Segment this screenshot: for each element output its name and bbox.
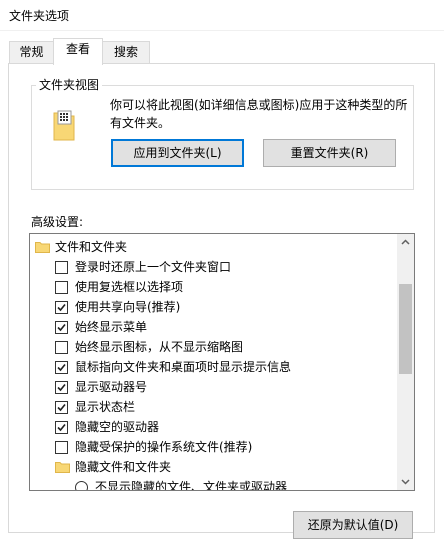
restore-defaults-button[interactable]: 还原为默认值(D) <box>293 511 413 539</box>
checkbox-checked[interactable] <box>55 301 68 314</box>
tree-item-label: 文件和文件夹 <box>55 240 128 254</box>
apply-to-folders-button[interactable]: 应用到文件夹(L) <box>111 139 244 167</box>
folder-icon <box>35 242 50 253</box>
tab-general-label: 常规 <box>19 45 44 59</box>
checkbox-unchecked[interactable] <box>55 281 68 294</box>
tree-item-label: 登录时还原上一个文件夹窗口 <box>75 260 232 274</box>
tree-item-label: 隐藏空的驱动器 <box>75 420 160 434</box>
tree-option-row[interactable]: 显示状态栏 <box>30 397 390 417</box>
checkbox-unchecked[interactable] <box>55 341 68 354</box>
checkmark-icon <box>57 403 66 412</box>
folder-views-description: 你可以将此视图(如详细信息或图标)应用于这种类型的所有文件夹。 <box>110 98 408 130</box>
radio-button[interactable] <box>75 481 88 490</box>
advanced-settings-label: 高级设置: <box>31 215 84 229</box>
scrollbar-thumb[interactable] <box>399 284 412 374</box>
tab-search[interactable]: 搜索 <box>102 41 150 63</box>
tree-option-row[interactable]: 始终显示菜单 <box>30 317 390 337</box>
tab-view-label: 查看 <box>65 42 90 56</box>
checkmark-icon <box>57 363 66 372</box>
reset-folders-button[interactable]: 重置文件夹(R) <box>263 139 396 167</box>
tab-general[interactable]: 常规 <box>9 41 54 63</box>
tree-item-label: 使用复选框以选择项 <box>75 280 184 294</box>
tree-option-row[interactable]: 隐藏受保护的操作系统文件(推荐) <box>30 437 390 457</box>
tree-option-row[interactable]: 显示驱动器号 <box>30 377 390 397</box>
tree-item-label: 显示状态栏 <box>75 400 136 414</box>
advanced-settings-tree[interactable]: 文件和文件夹登录时还原上一个文件夹窗口 使用复选框以选择项 使用共享向导(推荐) 始终… <box>29 233 415 491</box>
window-title: 文件夹选项 <box>9 9 70 23</box>
checkbox-unchecked[interactable] <box>55 441 68 454</box>
tree-option-row[interactable]: 不显示隐藏的文件、文件夹或驱动器 <box>30 477 390 491</box>
tree-item-label: 鼠标指向文件夹和桌面项时显示提示信息 <box>75 360 292 374</box>
tab-search-label: 搜索 <box>113 45 138 59</box>
title-bar: 文件夹选项 <box>0 0 444 31</box>
tree-option-row[interactable]: 使用复选框以选择项 <box>30 277 390 297</box>
tree-item-label: 显示驱动器号 <box>75 380 148 394</box>
scroll-up-arrow-icon[interactable] <box>397 234 414 251</box>
tree-option-row[interactable]: 始终显示图标，从不显示缩略图 <box>30 337 390 357</box>
checkmark-icon <box>57 423 66 432</box>
tree-item-label: 始终显示菜单 <box>75 320 148 334</box>
checkbox-unchecked[interactable] <box>55 261 68 274</box>
checkbox-checked[interactable] <box>55 421 68 434</box>
checkmark-icon <box>57 323 66 332</box>
checkmark-icon <box>57 303 66 312</box>
tree-option-row[interactable]: 使用共享向导(推荐) <box>30 297 390 317</box>
checkmark-icon <box>57 383 66 392</box>
tree-item-label: 隐藏受保护的操作系统文件(推荐) <box>75 440 253 454</box>
tab-strip: 常规 查看 搜索 <box>0 38 444 65</box>
tree-item-label: 始终显示图标，从不显示缩略图 <box>75 340 244 354</box>
scroll-down-arrow-icon[interactable] <box>397 473 414 490</box>
vertical-scrollbar[interactable] <box>397 234 414 490</box>
folder-views-legend: 文件夹视图 <box>36 76 103 93</box>
checkbox-checked[interactable] <box>55 361 68 374</box>
tree-folder-row: 隐藏文件和文件夹 <box>30 457 390 477</box>
tree-option-row[interactable]: 登录时还原上一个文件夹窗口 <box>30 257 390 277</box>
tab-view[interactable]: 查看 <box>53 38 103 65</box>
tree-option-row[interactable]: 鼠标指向文件夹和桌面项时显示提示信息 <box>30 357 390 377</box>
tree-item-label: 隐藏文件和文件夹 <box>75 460 172 474</box>
folder-view-icon <box>53 110 75 141</box>
folder-icon <box>55 462 70 473</box>
tree-item-label: 使用共享向导(推荐) <box>75 300 181 314</box>
tree-option-row[interactable]: 隐藏空的驱动器 <box>30 417 390 437</box>
tree-folder-row: 文件和文件夹 <box>30 237 390 257</box>
tree-item-label: 不显示隐藏的文件、文件夹或驱动器 <box>95 480 288 491</box>
checkbox-checked[interactable] <box>55 321 68 334</box>
checkbox-checked[interactable] <box>55 381 68 394</box>
checkbox-checked[interactable] <box>55 401 68 414</box>
